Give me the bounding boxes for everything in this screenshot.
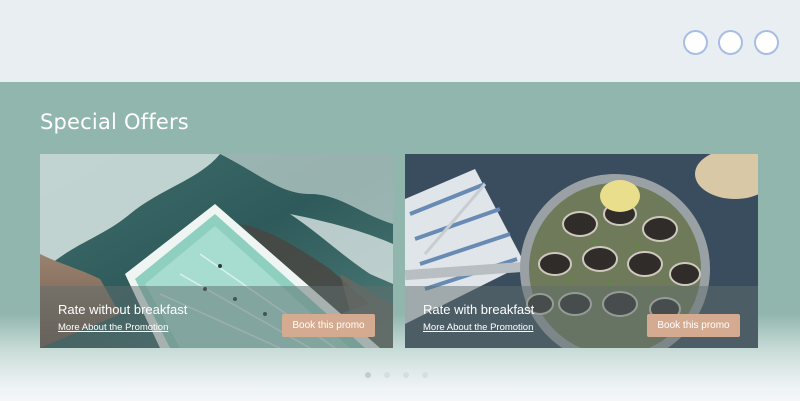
special-offers-section: Special Offers Rate without breakfast Mo…: [0, 82, 800, 401]
card-title: Rate without breakfast: [58, 302, 188, 317]
top-bar: [0, 0, 800, 82]
book-promo-button[interactable]: Book this promo: [647, 314, 740, 337]
more-about-promotion-link[interactable]: More About the Promotion: [58, 322, 168, 333]
offer-card-2[interactable]: Rate with breakfast More About the Promo…: [405, 154, 758, 348]
section-title: Special Offers: [40, 110, 189, 134]
offer-card-1[interactable]: Rate without breakfast More About the Pr…: [40, 154, 393, 348]
card-title: Rate with breakfast: [423, 302, 535, 317]
pagination-dot-1[interactable]: [365, 372, 371, 378]
more-about-promotion-link[interactable]: More About the Promotion: [423, 322, 533, 333]
book-promo-button[interactable]: Book this promo: [282, 314, 375, 337]
pagination-dot-4[interactable]: [422, 372, 428, 378]
circle-button-2[interactable]: [718, 30, 743, 55]
pagination-dot-2[interactable]: [384, 372, 390, 378]
circle-button-3[interactable]: [754, 30, 779, 55]
carousel-pagination: [365, 372, 428, 378]
pagination-dot-3[interactable]: [403, 372, 409, 378]
circle-button-1[interactable]: [683, 30, 708, 55]
